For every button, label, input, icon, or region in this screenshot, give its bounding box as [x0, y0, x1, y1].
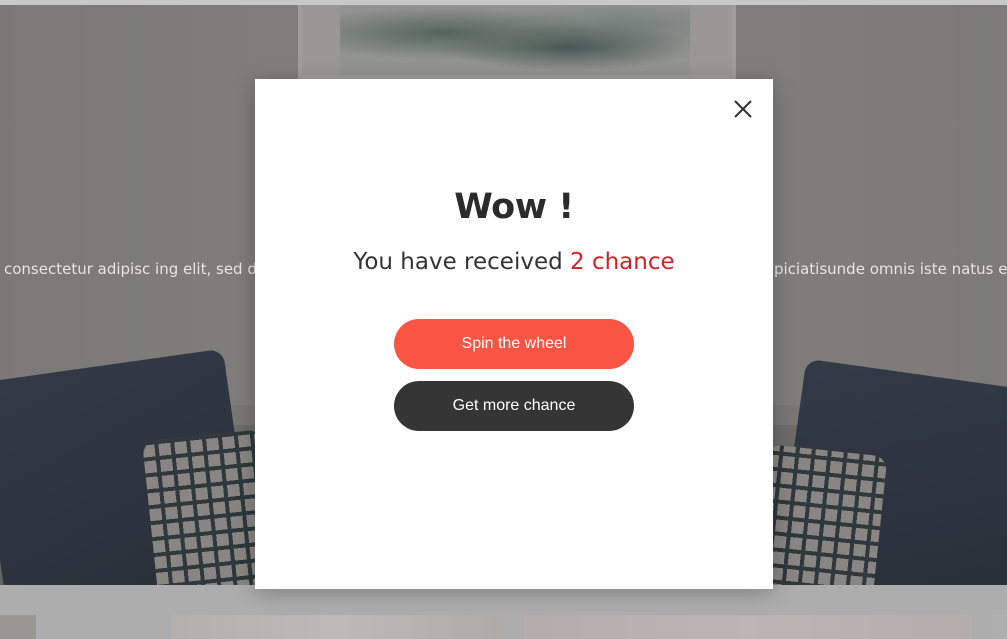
close-icon [729, 95, 757, 123]
spin-wheel-button[interactable]: Spin the wheel [394, 319, 634, 369]
subtitle-prefix: You have received [353, 249, 571, 275]
page: consectetur adipisc ing elit, sed do pic… [0, 0, 1007, 639]
close-button[interactable] [729, 95, 757, 123]
popup-title: Wow ! [454, 187, 574, 227]
popup-subtitle: You have received 2 chance [255, 249, 773, 275]
modal-backdrop-bottom [0, 585, 1007, 639]
hero-text-right: piciatisunde omnis iste natus err [774, 260, 1007, 278]
chance-count: 2 chance [570, 249, 675, 275]
hero-text-left: consectetur adipisc ing elit, sed do [4, 260, 267, 278]
get-more-chance-button[interactable]: Get more chance [394, 381, 634, 431]
spin-wheel-popup: Wow ! You have received 2 chance Spin th… [255, 79, 773, 589]
